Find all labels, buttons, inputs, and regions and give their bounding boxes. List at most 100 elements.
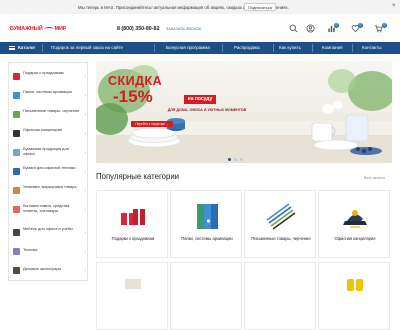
chevron-right-icon: › [84, 230, 87, 235]
catalog-sidebar: Подарки к праздникам › Папки, системы ар… [8, 62, 88, 281]
category-card-office-supplies[interactable]: Офисная канцелярия [318, 190, 390, 258]
category-card-label: Папки, системы архивации [181, 236, 233, 241]
subscribe-button[interactable]: Подписаться [244, 3, 276, 11]
site-logo[interactable]: БУМАЖНЫЙ МИР [10, 25, 66, 33]
category-card-next-row[interactable] [244, 262, 316, 330]
chevron-right-icon: › [84, 131, 87, 136]
briefcase-icon [13, 267, 20, 274]
chevron-right-icon: › [84, 207, 87, 212]
logo-text-right: МИР [54, 26, 67, 32]
category-card-folders[interactable]: Папки, системы архивации [170, 190, 242, 258]
banner-subtitle: ДЛЯ ДОМА, ОФИСА И УЮТНЫХ МОМЕНТОВ [167, 108, 247, 112]
package-icon [13, 187, 20, 194]
stapler-icon [13, 130, 20, 137]
category-card-next-row[interactable] [96, 262, 168, 330]
category-card-gifts[interactable]: Подарки к праздникам [96, 190, 168, 258]
sidebar-item-furniture[interactable]: Мебель для офиса и учебы › [9, 224, 89, 242]
nav-item-bonus-program[interactable]: Бонусная программа [166, 42, 210, 54]
banner-title-line1: СКИДКА [108, 74, 163, 88]
announcement-bar: Мы теперь в MAX. Присоединяйтесь! актуал… [0, 0, 400, 14]
category-card-label: Письменные товары, черчение [251, 236, 311, 241]
logo-swoosh-icon [43, 27, 54, 31]
sidebar-item-folders[interactable]: Папки, системы архивации › [9, 87, 89, 105]
notebook-icon [13, 149, 20, 156]
sidebar-item-household[interactable]: Бытовая химия, средства гигиены, хозтова… [9, 201, 89, 223]
sidebar-item-label: Папки, системы архивации [23, 89, 72, 94]
sidebar-item-gifts[interactable]: Подарки к праздникам › [9, 68, 89, 86]
favorites-count-badge: 0 [358, 23, 363, 28]
logo-text-left: БУМАЖНЫЙ [10, 26, 43, 32]
nav-item-contacts[interactable]: Контакты [362, 42, 381, 54]
gloves-icon [347, 279, 363, 291]
nav-divider [352, 44, 353, 52]
sidebar-item-packaging[interactable]: Упаковка, маркировка товара › [9, 182, 89, 200]
chevron-right-icon: › [84, 188, 87, 193]
paper-ream-icon [13, 168, 20, 175]
callback-link[interactable]: ЗАКАЗАТЬ ЗВОНОК [166, 27, 201, 31]
slide-dot[interactable] [234, 158, 237, 161]
nav-item-first-order-gift[interactable]: Подарок за первый заказ на сайте [51, 42, 123, 54]
sidebar-item-business-accessories[interactable]: Деловые аксессуары › [9, 262, 89, 280]
category-preview-icon [125, 279, 141, 289]
nav-item-sale[interactable]: Распродажа [234, 42, 260, 54]
sidebar-item-label: Бытовая химия, средства гигиены, хозтова… [23, 203, 70, 213]
chevron-right-icon: › [84, 249, 87, 254]
nav-item-how-to-buy[interactable]: Как купить [279, 42, 301, 54]
stapler-icon [343, 210, 367, 228]
gift-box-icon [121, 205, 145, 225]
category-card-label: Подарки к праздникам [111, 236, 155, 241]
sidebar-item-label: Мебель для офиса и учебы [23, 226, 73, 231]
sidebar-item-label: Письменные товары, черчение [23, 108, 80, 113]
folder-binder-icon [197, 204, 218, 229]
phone-number[interactable]: 8 (800) 350-80-82 [117, 26, 159, 32]
nav-divider [154, 44, 155, 52]
gift-icon [13, 73, 20, 80]
sidebar-item-paper-products[interactable]: Бумажная продукция для офиса › [9, 144, 89, 162]
chevron-right-icon: › [84, 169, 87, 174]
nav-divider [42, 44, 43, 52]
device-icon [13, 248, 20, 255]
banner-title-discount: -15% [113, 87, 153, 106]
chevron-right-icon: › [84, 268, 87, 273]
banner-shop-button[interactable]: Перейти к покупкам → [131, 121, 173, 127]
search-icon[interactable] [289, 24, 298, 33]
compare-count-badge: 0 [334, 23, 339, 28]
user-icon[interactable] [306, 24, 315, 33]
close-icon[interactable]: × [392, 3, 396, 9]
sidebar-item-label: Подарки к праздникам [23, 70, 64, 75]
main-nav: Каталог Подарок за первый заказ на сайте… [0, 42, 400, 54]
all-catalog-link[interactable]: Весь каталог [364, 176, 385, 180]
sidebar-item-label: Упаковка, маркировка товара [23, 184, 77, 189]
pen-icon [13, 111, 20, 118]
chair-icon [13, 229, 20, 236]
sidebar-item-label: Офисная канцелярия [23, 127, 62, 132]
nav-divider [222, 44, 223, 52]
category-card-next-row[interactable] [318, 262, 390, 330]
folder-icon [13, 92, 20, 99]
sidebar-item-office-paper[interactable]: Бумага для офисной техники › [9, 163, 89, 181]
pens-icon [266, 203, 296, 230]
nav-item-company[interactable]: Компания [322, 42, 343, 54]
category-card-writing[interactable]: Письменные товары, черчение [244, 190, 316, 258]
category-card-next-row[interactable] [170, 262, 242, 330]
sidebar-item-writing[interactable]: Письменные товары, черчение › [9, 106, 89, 124]
slide-dot[interactable] [228, 158, 231, 161]
chevron-right-icon: › [84, 93, 87, 98]
sidebar-item-label: Бумага для офисной техники [23, 165, 76, 170]
category-card-label: Офисная канцелярия [334, 236, 376, 241]
chevron-right-icon: › [84, 112, 87, 117]
cart-count-badge: 0 [382, 23, 387, 28]
chevron-right-icon: › [84, 74, 87, 79]
nav-catalog[interactable]: Каталог [8, 42, 35, 54]
sidebar-item-label: Техника [23, 247, 38, 252]
chevron-right-icon: › [84, 150, 87, 155]
sidebar-item-office-supplies[interactable]: Офисная канцелярия › [9, 125, 89, 143]
slide-dot[interactable] [240, 158, 243, 161]
banner-pagination [228, 158, 243, 161]
nav-divider [312, 44, 313, 52]
cleaning-icon [13, 206, 20, 213]
popular-categories-title: Популярные категории [96, 172, 180, 181]
sidebar-item-electronics[interactable]: Техника › [9, 243, 89, 261]
sidebar-item-label: Бумажная продукция для офиса [23, 146, 69, 156]
nav-divider [273, 44, 274, 52]
